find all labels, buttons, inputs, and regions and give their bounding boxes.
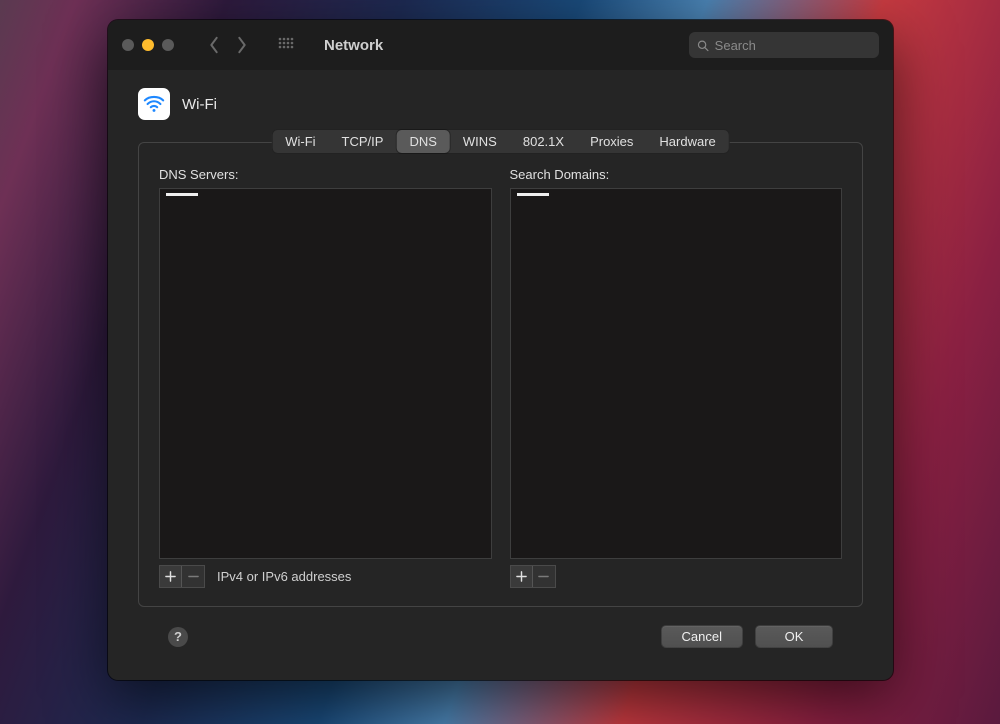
tab-dns[interactable]: DNS: [396, 130, 449, 153]
remove-dns-server-button[interactable]: [182, 566, 204, 587]
close-window-button[interactable]: [122, 39, 134, 51]
search-domains-label: Search Domains:: [510, 167, 843, 182]
chevron-left-icon: [207, 36, 221, 54]
minimize-window-button[interactable]: [142, 39, 154, 51]
add-search-domain-button[interactable]: [511, 566, 533, 587]
minus-icon: [188, 571, 199, 582]
tab-tcpip[interactable]: TCP/IP: [329, 130, 397, 153]
grid-icon: [278, 37, 294, 53]
zoom-window-button[interactable]: [162, 39, 174, 51]
remove-search-domain-button[interactable]: [533, 566, 555, 587]
text-edit-row[interactable]: [166, 193, 198, 196]
tab-hardware[interactable]: Hardware: [646, 130, 728, 153]
dns-columns: DNS Servers: IPv4 or I: [159, 167, 842, 588]
search-field-wrap[interactable]: [689, 32, 879, 58]
cancel-button[interactable]: Cancel: [661, 625, 743, 648]
dns-servers-pm: [159, 565, 205, 588]
tabs: Wi-Fi TCP/IP DNS WINS 802.1X Proxies Har…: [271, 129, 730, 154]
window-title: Network: [324, 37, 383, 54]
bottom-row: ? Cancel OK: [138, 607, 863, 658]
titlebar: Network: [108, 20, 893, 70]
plus-icon: [516, 571, 527, 582]
minus-icon: [538, 571, 549, 582]
search-domains-pm: [510, 565, 556, 588]
search-domains-list[interactable]: [510, 188, 843, 559]
search-input[interactable]: [715, 38, 871, 53]
settings-panel: Wi-Fi TCP/IP DNS WINS 802.1X Proxies Har…: [138, 142, 863, 607]
dns-servers-column: DNS Servers: IPv4 or I: [159, 167, 492, 588]
dns-hint: IPv4 or IPv6 addresses: [217, 569, 351, 584]
dns-servers-label: DNS Servers:: [159, 167, 492, 182]
text-edit-row[interactable]: [517, 193, 549, 196]
tab-proxies[interactable]: Proxies: [577, 130, 646, 153]
search-domains-column: Search Domains:: [510, 167, 843, 588]
tab-wins[interactable]: WINS: [450, 130, 510, 153]
chevron-right-icon: [235, 36, 249, 54]
nav-arrows: [200, 31, 256, 59]
forward-button[interactable]: [228, 31, 256, 59]
search-icon: [697, 39, 709, 52]
service-title: Wi-Fi: [182, 96, 217, 113]
plus-icon: [165, 571, 176, 582]
dns-servers-list[interactable]: [159, 188, 492, 559]
ok-button[interactable]: OK: [755, 625, 833, 648]
traffic-lights: [122, 39, 174, 51]
show-all-button[interactable]: [272, 31, 300, 59]
tab-wifi[interactable]: Wi-Fi: [272, 130, 328, 153]
action-buttons: Cancel OK: [661, 625, 833, 648]
service-header: Wi-Fi: [138, 88, 863, 132]
back-button[interactable]: [200, 31, 228, 59]
add-dns-server-button[interactable]: [160, 566, 182, 587]
tab-8021x[interactable]: 802.1X: [510, 130, 577, 153]
network-preferences-window: Network Wi-Fi Wi-Fi TCP/IP DNS: [108, 20, 893, 680]
content-area: Wi-Fi Wi-Fi TCP/IP DNS WINS 802.1X Proxi…: [108, 70, 893, 680]
search-domains-footer: [510, 565, 843, 588]
wifi-icon: [138, 88, 170, 120]
help-button[interactable]: ?: [168, 627, 188, 647]
dns-servers-footer: IPv4 or IPv6 addresses: [159, 565, 492, 588]
